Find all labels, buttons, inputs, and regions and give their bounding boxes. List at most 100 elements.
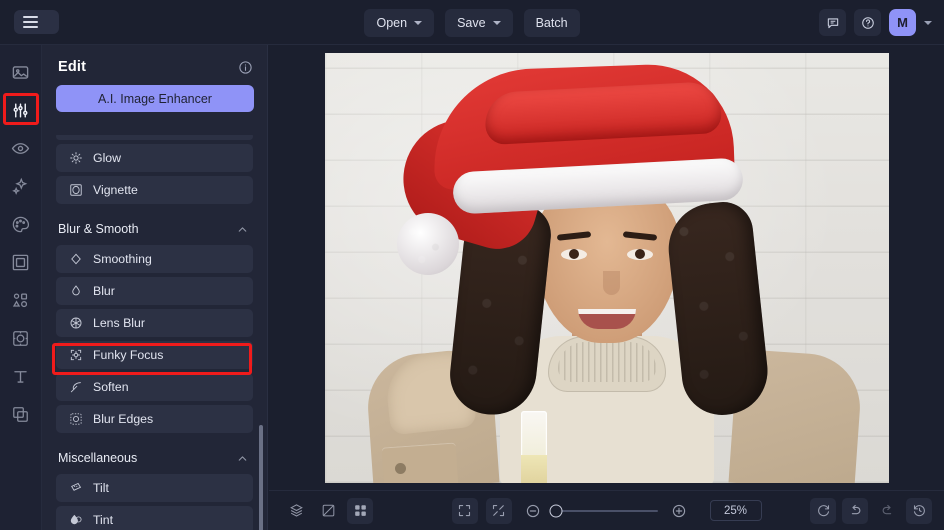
list-item-label: Soften	[93, 380, 129, 394]
list-item-label: Lens Blur	[93, 316, 145, 330]
lens-blur-icon	[68, 316, 83, 331]
list-item-label: Smoothing	[93, 252, 152, 266]
redo-button[interactable]	[874, 498, 900, 524]
page-title: Edit	[58, 59, 87, 75]
zoom-out-icon	[526, 504, 539, 517]
undo-button[interactable]	[842, 497, 868, 524]
rail-item-effects-sparkle[interactable]	[4, 171, 38, 201]
tilt-icon	[68, 481, 83, 496]
zoom-in-icon	[672, 504, 685, 517]
feedback-button[interactable]	[819, 9, 846, 36]
app-menu-button[interactable]	[14, 10, 59, 34]
zoom-slider[interactable]	[549, 504, 658, 517]
zoom-slider-track[interactable]	[549, 504, 658, 517]
list-item-funky-focus[interactable]: Funky Focus	[56, 341, 253, 369]
rail-item-shapes[interactable]	[4, 285, 38, 315]
fit-to-screen-icon	[492, 504, 505, 517]
redo-icon	[882, 504, 891, 515]
help-button[interactable]	[854, 9, 881, 36]
funky-focus-icon	[68, 348, 83, 363]
list-item-label: Blur	[93, 284, 115, 298]
list-item-lens-blur[interactable]: Lens Blur	[56, 309, 253, 337]
zoom-in-button[interactable]	[666, 498, 692, 524]
rail-item-adjust[interactable]	[4, 95, 38, 125]
edit-panel: Edit A.I. Image Enhancer Glow Vignette B…	[42, 45, 268, 530]
layers-overlay-icon	[13, 406, 28, 422]
section-header-blur-smooth[interactable]: Blur & Smooth	[56, 208, 253, 245]
blur-drop-icon	[68, 284, 83, 299]
bottom-bar: 25%	[269, 490, 944, 530]
compare-button[interactable]	[315, 498, 341, 524]
list-item-blur-edges[interactable]: Blur Edges	[56, 405, 253, 433]
list-item-blur[interactable]: Blur	[56, 277, 253, 305]
info-icon[interactable]	[238, 60, 253, 75]
soften-feather-icon	[68, 380, 83, 395]
chevron-up-icon	[238, 455, 247, 461]
section-header-miscellaneous[interactable]: Miscellaneous	[56, 437, 253, 474]
zoom-out-button[interactable]	[520, 498, 546, 524]
hamburger-icon	[23, 16, 38, 28]
tool-rail	[0, 45, 42, 530]
avatar[interactable]: M	[889, 9, 916, 36]
image-icon	[12, 65, 29, 79]
grid-view-icon	[354, 505, 366, 516]
section-title: Miscellaneous	[58, 451, 138, 465]
list-item-label: Tint	[93, 513, 114, 527]
section-title: Blur & Smooth	[58, 222, 139, 236]
zoom-level-input[interactable]: 25%	[709, 500, 762, 521]
compare-icon	[322, 504, 334, 517]
edited-photo[interactable]	[324, 52, 889, 483]
sparkles-icon	[12, 177, 28, 195]
layers-button[interactable]	[283, 498, 309, 524]
grid-view-button[interactable]	[347, 497, 373, 524]
rail-item-effects[interactable]	[4, 323, 38, 353]
photo-subject	[325, 53, 889, 483]
list-item-tint[interactable]: Tint	[56, 506, 253, 530]
list-item-label: Glow	[93, 151, 122, 165]
fit-to-screen-button[interactable]	[485, 497, 512, 524]
edit-panel-scroll-area[interactable]: Glow Vignette Blur & Smooth Smoothing Bl…	[42, 135, 267, 530]
history-icon	[913, 505, 925, 517]
palette-icon	[12, 216, 30, 232]
help-icon	[861, 16, 874, 29]
rail-item-retouch[interactable]	[4, 133, 38, 163]
list-item-vignette[interactable]: Vignette	[56, 176, 253, 204]
canvas-area[interactable]	[269, 45, 944, 490]
zoom-slider-knob[interactable]	[549, 504, 562, 517]
text-icon	[14, 370, 27, 383]
history-button[interactable]	[906, 497, 932, 524]
reset-button[interactable]	[810, 497, 836, 524]
jacket-pocket	[381, 441, 458, 483]
bottom-bar-left-tools	[283, 497, 373, 524]
jacket-snap	[394, 462, 406, 474]
rail-item-frame[interactable]	[4, 247, 38, 277]
list-item-tilt[interactable]: Tilt	[56, 474, 253, 502]
rail-item-layers[interactable]	[4, 399, 38, 429]
fullscreen-button[interactable]	[451, 497, 478, 524]
reset-icon	[817, 505, 829, 517]
open-label: Open	[376, 15, 408, 30]
list-item-soften[interactable]: Soften	[56, 373, 253, 401]
adjust-sliders-icon	[13, 102, 28, 118]
shapes-icon	[12, 292, 28, 307]
santa-hat-pompom	[396, 212, 459, 275]
open-button[interactable]: Open	[364, 8, 435, 37]
chevron-down-icon	[492, 20, 501, 25]
glow-icon	[68, 151, 83, 166]
list-item-glow[interactable]: Glow	[56, 144, 253, 172]
chevron-down-icon	[414, 20, 423, 25]
avatar-chevron-down-icon[interactable]	[924, 20, 932, 25]
fullscreen-icon	[458, 504, 471, 517]
list-item-partial[interactable]	[56, 135, 253, 140]
batch-button[interactable]: Batch	[523, 8, 580, 37]
smoothing-icon	[68, 252, 83, 267]
panel-scrollbar[interactable]	[259, 425, 263, 530]
save-button[interactable]: Save	[445, 8, 513, 37]
rail-item-text[interactable]	[4, 361, 38, 391]
top-bar: Open Save Batch M	[0, 0, 944, 45]
rail-item-image[interactable]	[4, 57, 38, 87]
rail-item-color[interactable]	[4, 209, 38, 239]
ai-image-enhancer-button[interactable]: A.I. Image Enhancer	[56, 85, 254, 112]
eye-retouch-icon	[11, 142, 30, 154]
list-item-smoothing[interactable]: Smoothing	[56, 245, 253, 273]
